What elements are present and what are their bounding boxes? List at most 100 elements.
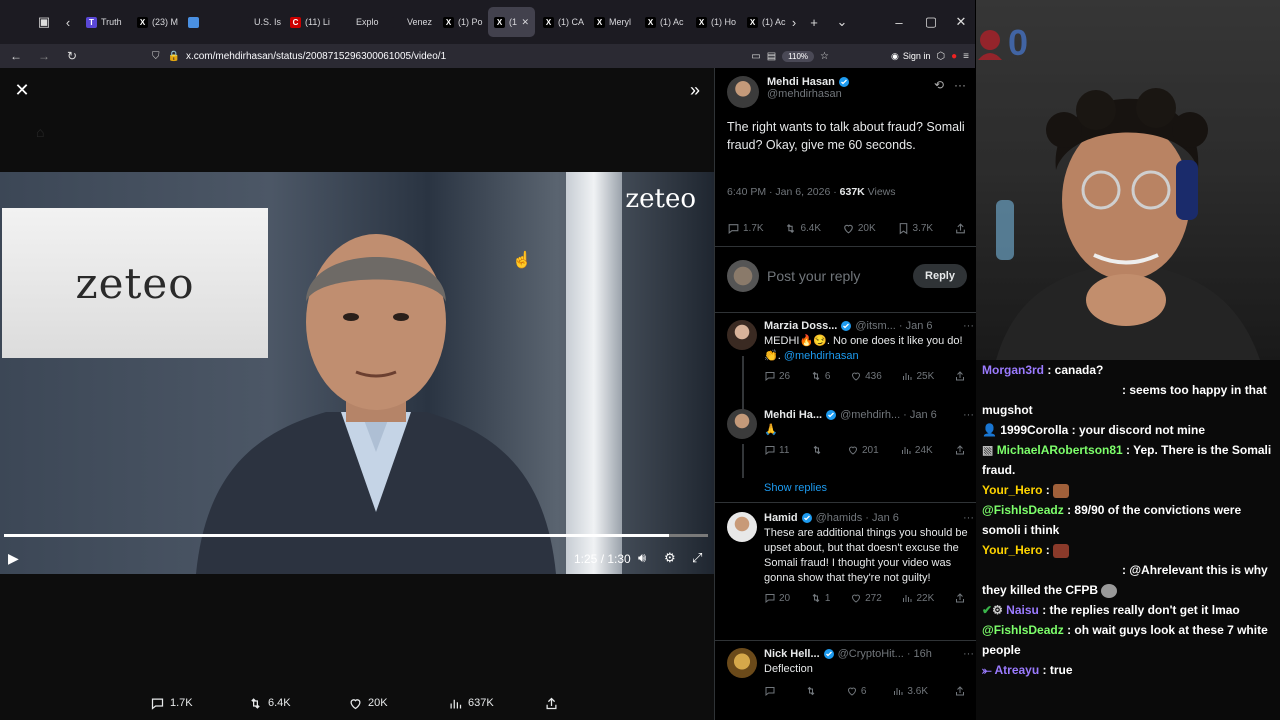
reply-button[interactable]: 1.7K xyxy=(727,222,764,235)
reply-item[interactable]: Hamid @hamids · Jan 6 ··· These are addi… xyxy=(727,512,974,604)
reply-handle[interactable]: @CryptoHit... xyxy=(838,648,904,660)
browser-tab[interactable]: X (23) M xyxy=(131,7,180,37)
reply-date[interactable]: · 16h xyxy=(907,648,932,660)
repost-button[interactable] xyxy=(805,685,820,697)
tweet-author[interactable]: Mehdi Hasan @mehdirhasan xyxy=(727,76,850,108)
author-handle[interactable]: @mehdirhasan xyxy=(767,88,850,100)
chat-username[interactable]: MichaelARobertson81 xyxy=(997,443,1123,457)
browser-tab[interactable]: X (1) Po xyxy=(437,7,486,37)
url-text[interactable]: x.com/mehdirhasan/status/200871529630006… xyxy=(186,51,446,62)
play-icon[interactable]: ▶ xyxy=(8,550,19,567)
reader-view-icon[interactable]: ▤ xyxy=(767,51,776,62)
reload-icon[interactable]: ↻ xyxy=(60,44,84,68)
menu-icon[interactable]: ≡ xyxy=(963,51,969,62)
share-button[interactable] xyxy=(954,592,966,604)
author-name[interactable]: Mehdi Hasan xyxy=(767,76,835,88)
share-button[interactable] xyxy=(954,685,966,697)
minimize-icon[interactable]: – xyxy=(884,8,914,36)
browser-tab[interactable]: X Meryl xyxy=(588,7,637,37)
grok-icon[interactable]: ⟲ xyxy=(934,78,944,92)
new-tab-icon[interactable]: + xyxy=(800,8,828,36)
reply-button[interactable]: 26 xyxy=(764,370,790,382)
reply-date[interactable]: · Jan 6 xyxy=(903,409,937,421)
chat-username[interactable]: Morgan3rd xyxy=(982,363,1044,377)
browser-tab[interactable]: T Truth xyxy=(80,7,129,37)
like-button[interactable]: 436 xyxy=(850,370,882,382)
chat-username[interactable]: Atreayu xyxy=(995,663,1040,677)
video-player[interactable]: zeteo zeteo ☝ xyxy=(0,172,714,574)
avatar[interactable] xyxy=(727,512,757,542)
reply-item[interactable]: Mehdi Ha... @mehdirh... · Jan 6 ··· 🙏 11… xyxy=(727,409,974,456)
close-tab-icon[interactable]: ✕ xyxy=(522,17,530,28)
browser-tab[interactable]: X (1 ✕ xyxy=(488,7,536,37)
maximize-icon[interactable]: ▢ xyxy=(916,8,946,36)
zoom-level[interactable]: 110% xyxy=(782,50,815,62)
video-progress-bar[interactable] xyxy=(4,534,708,537)
reply-name[interactable]: Marzia Doss... xyxy=(764,320,837,332)
expand-panel-icon[interactable]: » xyxy=(690,80,700,101)
tab-scroll-left-icon[interactable]: ‹ xyxy=(54,8,82,36)
reply-date[interactable]: · Jan 6 xyxy=(899,320,933,332)
reply-item[interactable]: Nick Hell... @CryptoHit... · 16h ··· Def… xyxy=(727,648,974,697)
chat-username[interactable]: Your_Hero xyxy=(982,483,1042,497)
browser-tab[interactable]: Venez xyxy=(386,7,435,37)
chat-username[interactable]: 1999Corolla xyxy=(1000,423,1068,437)
reply-date[interactable]: · Jan 6 xyxy=(865,512,899,524)
media-share-button[interactable] xyxy=(544,696,559,711)
more-options-icon[interactable]: ··· xyxy=(963,320,974,332)
show-replies-link[interactable]: Show replies xyxy=(764,482,827,494)
more-options-icon[interactable]: ··· xyxy=(963,648,974,660)
close-media-icon[interactable]: ✕ xyxy=(12,80,32,100)
account-button[interactable]: ◉ Sign in xyxy=(891,51,930,62)
avatar[interactable] xyxy=(727,648,757,678)
extensions-icon[interactable]: ⬡ xyxy=(936,51,945,62)
repost-button[interactable] xyxy=(811,444,826,456)
like-button[interactable]: 272 xyxy=(850,592,882,604)
fullscreen-icon[interactable]: ⤢ xyxy=(692,550,702,566)
reply-button[interactable]: 20 xyxy=(764,592,790,604)
like-button[interactable]: 20K xyxy=(842,222,876,235)
chat-username[interactable]: Your_Hero xyxy=(982,543,1042,557)
browser-tab[interactable]: X (1) CA xyxy=(537,7,586,37)
tweet-time[interactable]: 6:40 PM · Jan 6, 2026 · xyxy=(727,186,840,198)
media-like-button[interactable]: 20K xyxy=(348,696,388,711)
reply-handle[interactable]: @hamids xyxy=(816,512,863,524)
lock-icon[interactable]: 🔒 xyxy=(168,51,180,62)
reply-mention[interactable]: @mehdirhasan xyxy=(784,350,859,362)
avatar[interactable] xyxy=(727,320,757,350)
bookmark-button[interactable]: 3.7K xyxy=(897,222,933,235)
extension-badge-icon[interactable]: ● xyxy=(951,51,957,62)
like-button[interactable]: 201 xyxy=(847,444,879,456)
more-options-icon[interactable]: ··· xyxy=(954,78,966,92)
media-views-button[interactable]: 637K xyxy=(448,696,494,711)
share-button[interactable] xyxy=(954,370,966,382)
share-button[interactable] xyxy=(954,222,967,235)
bookmark-star-icon[interactable]: ☆ xyxy=(820,51,829,62)
reply-handle[interactable]: @itsm... xyxy=(855,320,896,332)
views-button[interactable]: 3.6K xyxy=(892,685,928,697)
chat-username[interactable]: @FishIsDeadz xyxy=(982,503,1064,517)
address-bar[interactable]: ⛉ 🔒 x.com/mehdirhasan/status/20087152963… xyxy=(152,46,768,66)
more-options-icon[interactable]: ··· xyxy=(963,512,974,524)
media-reply-button[interactable]: 1.7K xyxy=(150,696,193,711)
repost-button[interactable]: 1 xyxy=(810,592,830,604)
reply-button[interactable]: 11 xyxy=(764,444,789,456)
views-button[interactable]: 22K xyxy=(901,592,934,604)
reply-item[interactable]: Marzia Doss... @itsm... · Jan 6 ··· MEDH… xyxy=(727,320,974,382)
browser-tab[interactable]: X (1) Ac xyxy=(639,7,688,37)
close-window-icon[interactable]: ✕ xyxy=(946,8,976,36)
more-options-icon[interactable]: ··· xyxy=(963,409,974,421)
tracking-shield-icon[interactable]: ⛉ xyxy=(152,51,160,62)
reply-button[interactable] xyxy=(764,685,779,697)
reply-submit-button[interactable]: Reply xyxy=(913,264,967,288)
browser-tab[interactable]: U.S. Is xyxy=(233,7,282,37)
like-button[interactable]: 6 xyxy=(846,685,866,697)
avatar[interactable] xyxy=(727,76,759,108)
repost-button[interactable]: 6.4K xyxy=(784,222,821,235)
volume-icon[interactable]: 🔊︎ xyxy=(638,550,646,566)
reply-name[interactable]: Hamid xyxy=(764,512,798,524)
reply-input[interactable]: Post your reply xyxy=(767,268,913,284)
picture-in-picture-icon[interactable]: ▭ xyxy=(751,51,760,62)
chat-username[interactable]: @FishIsDeadz xyxy=(982,623,1064,637)
views-button[interactable]: 24K xyxy=(900,444,933,456)
